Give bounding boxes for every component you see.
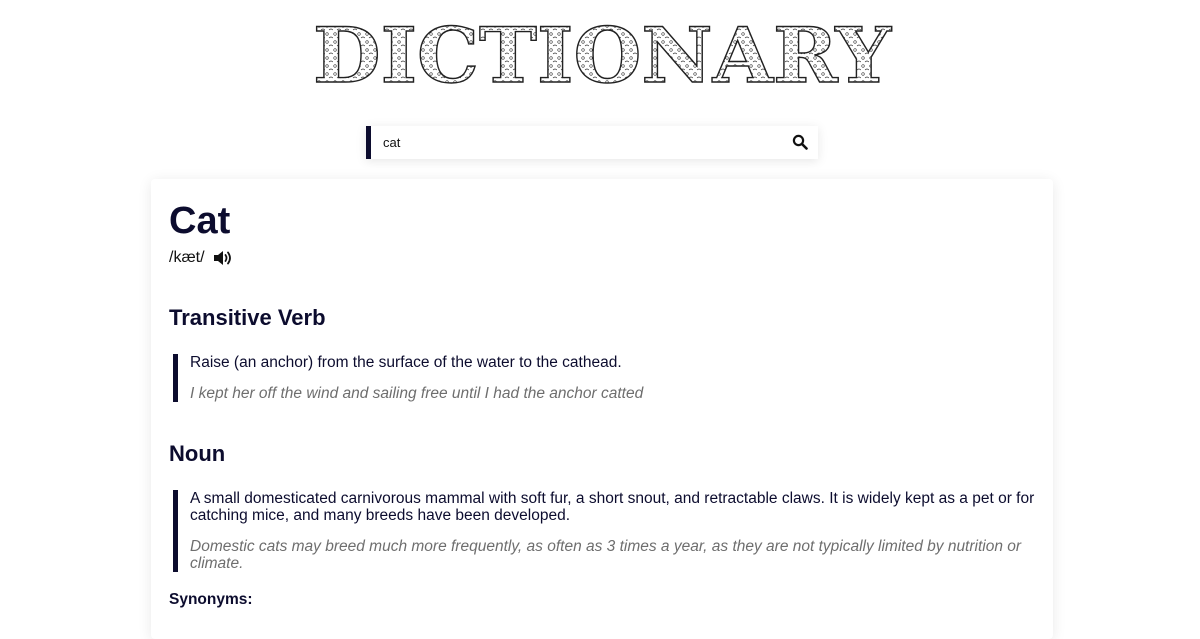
part-of-speech-heading: Transitive Verb bbox=[169, 305, 326, 330]
definition-text: Raise (an anchor) from the surface of th… bbox=[190, 354, 622, 371]
synonyms-label: Synonyms: bbox=[169, 591, 253, 608]
search-bar bbox=[366, 126, 818, 159]
svg-text:DICTIONARY: DICTIONARY bbox=[313, 16, 892, 88]
definition-block: A small domesticated carnivorous mammal … bbox=[173, 490, 1052, 572]
search-input[interactable] bbox=[383, 128, 763, 157]
definition-block: Raise (an anchor) from the surface of th… bbox=[173, 354, 1052, 402]
definition-card: Cat /kæt/ Transitive Verb Raise (an anch… bbox=[151, 179, 1053, 639]
phonetic-text: /kæt/ bbox=[169, 249, 205, 266]
word-title: Cat bbox=[169, 200, 231, 242]
definition-text: A small domesticated carnivorous mammal … bbox=[190, 490, 1035, 524]
example-text: Domestic cats may breed much more freque… bbox=[190, 538, 1022, 572]
phonetic-row: /kæt/ bbox=[169, 249, 233, 267]
app-logo: DICTIONARY bbox=[309, 16, 895, 88]
example-text: I kept her off the wind and sailing free… bbox=[190, 385, 644, 402]
part-of-speech-heading: Noun bbox=[169, 441, 226, 466]
search-accent-bar bbox=[366, 126, 371, 159]
speaker-icon[interactable] bbox=[213, 249, 233, 267]
search-icon[interactable] bbox=[792, 134, 808, 150]
